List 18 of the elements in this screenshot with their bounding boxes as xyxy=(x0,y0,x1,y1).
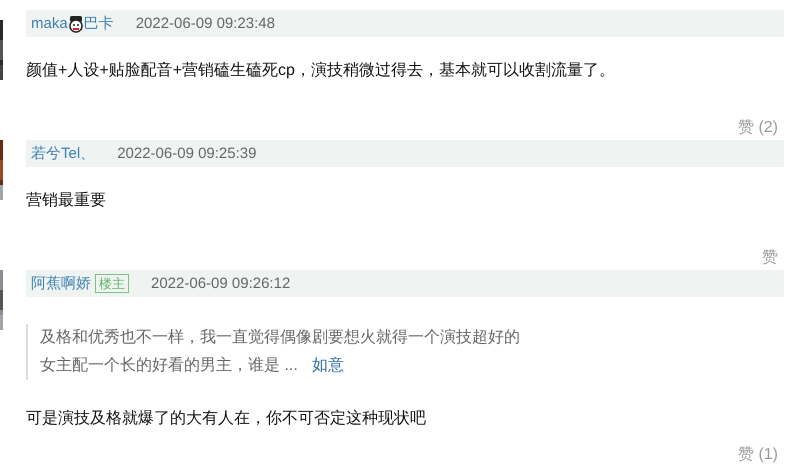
username-link[interactable]: maka xyxy=(31,15,68,32)
comment-text: 营销最重要 xyxy=(26,190,107,211)
quote-text: 及格和优秀也不一样，我一直觉得偶像剧要想火就得一个演技超好的 xyxy=(40,329,520,346)
author-badge: 楼主 xyxy=(95,274,129,293)
quote-author-link[interactable]: 如意 xyxy=(312,357,344,374)
comment-text: 颜值+人设+贴脸配音+营销磕生磕死cp，演技稍微过得去，基本就可以收割流量了。 xyxy=(26,60,616,81)
comment-time: 2022-06-09 09:26:12 xyxy=(151,275,290,292)
username-link[interactable]: 阿蕉啊娇 xyxy=(31,274,91,293)
quote-text: 女主配一个长的好看的男主，谁是 ... xyxy=(40,357,298,374)
like-button[interactable]: 赞 (1) xyxy=(738,444,778,465)
snowman-icon xyxy=(68,14,84,32)
comment-time: 2022-06-09 09:23:48 xyxy=(136,15,275,32)
like-button[interactable]: 赞 xyxy=(762,247,778,268)
username-link[interactable]: 巴卡 xyxy=(84,14,114,33)
like-button[interactable]: 赞 (2) xyxy=(738,117,778,138)
username-link[interactable]: 若兮Tel、 xyxy=(31,144,96,163)
comment-text: 可是演技及格就爆了的大有人在，你不可否定这种现状吧 xyxy=(26,408,427,429)
comment-time: 2022-06-09 09:25:39 xyxy=(117,145,256,162)
